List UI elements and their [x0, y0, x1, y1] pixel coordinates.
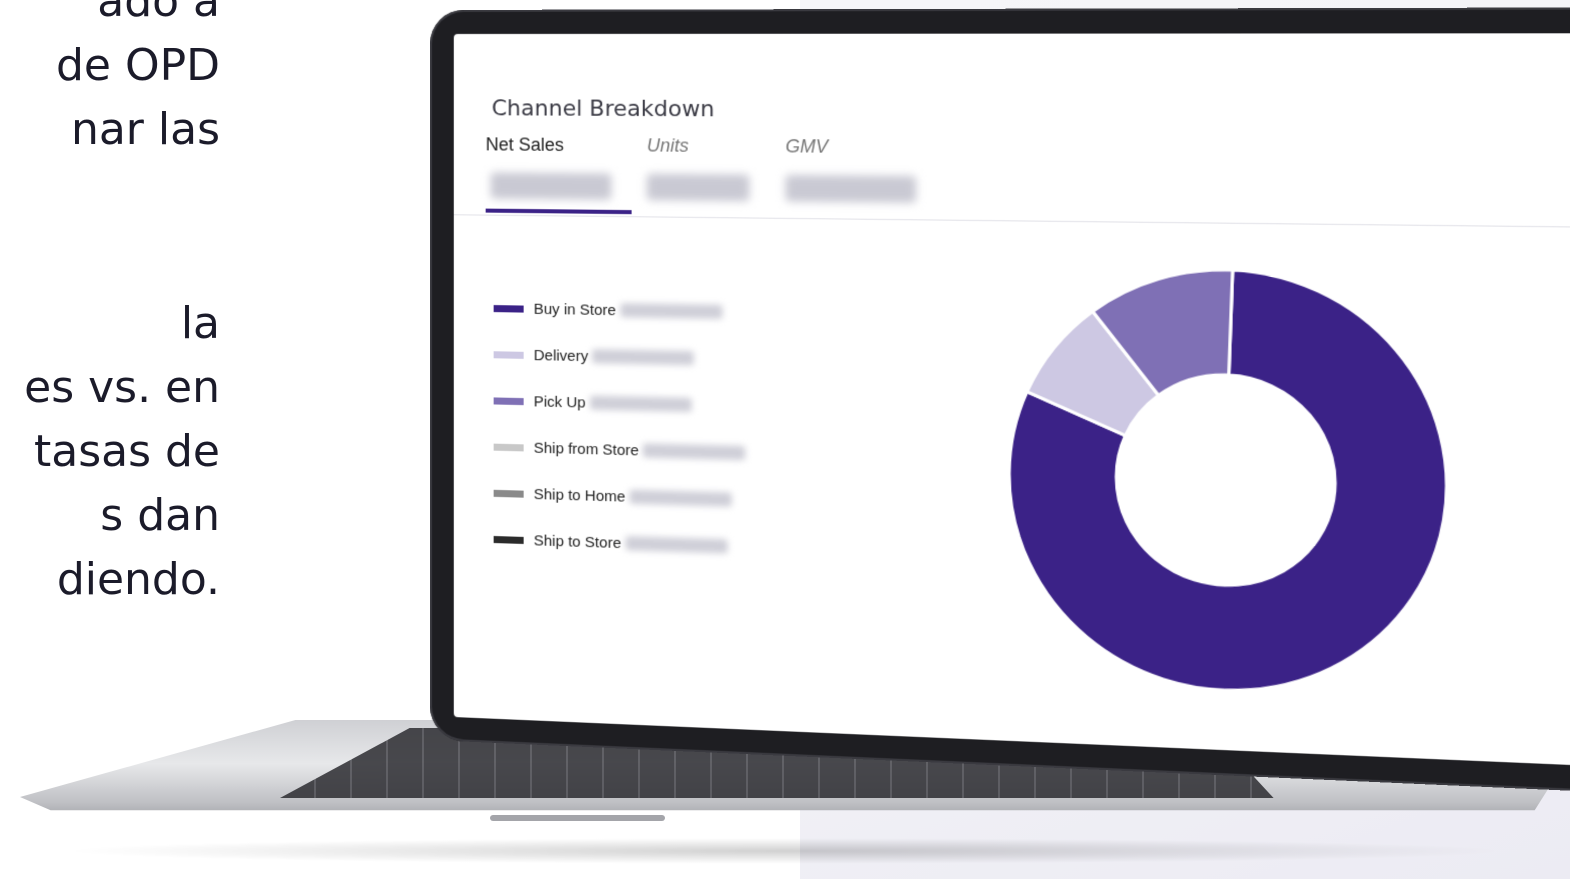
legend-label: Ship to Home: [533, 485, 626, 506]
tab-gmv[interactable]: GMV: [785, 136, 828, 158]
metric-tabs: Net Sales Units GMV: [485, 134, 1438, 225]
tab-units[interactable]: Units: [647, 135, 689, 157]
legend-item: Buy in Store: [493, 285, 841, 338]
legend-label: Ship to Store: [533, 531, 622, 552]
legend-label: Delivery: [533, 346, 589, 365]
legend-value-redacted: [620, 303, 723, 320]
legend-label: Pick Up: [533, 392, 586, 412]
active-tab-indicator: [485, 208, 632, 215]
gmv-value-redacted: [785, 174, 917, 203]
units-value-redacted: [646, 173, 750, 202]
legend-swatch: [493, 396, 524, 405]
legend-value-redacted: [592, 349, 695, 366]
legend-swatch: [493, 535, 524, 544]
net-sales-value-redacted: [490, 172, 612, 200]
chart-legend: Buy in Store Delivery Pick Up Ship from …: [493, 285, 841, 574]
laptop-screen: Channel Breakdown Net Sales Units GMV Bu…: [453, 33, 1570, 767]
donut-chart: [999, 256, 1458, 710]
legend-value-redacted: [625, 536, 728, 554]
legend-swatch: [493, 443, 524, 451]
tab-net-sales[interactable]: Net Sales: [486, 134, 564, 156]
legend-label: Ship from Store: [533, 439, 639, 459]
laptop-notch: [490, 815, 665, 821]
legend-swatch: [493, 489, 524, 498]
legend-value-redacted: [643, 443, 746, 461]
legend-item: Delivery: [493, 331, 841, 385]
legend-value-redacted: [589, 395, 692, 413]
legend-value-redacted: [629, 489, 732, 507]
dashboard-title: Channel Breakdown: [491, 96, 715, 123]
legend-label: Buy in Store: [533, 300, 617, 319]
laptop: Channel Breakdown Net Sales Units GMV Bu…: [0, 0, 1570, 879]
legend-swatch: [493, 304, 524, 313]
legend-swatch: [493, 350, 524, 359]
laptop-shadow: [60, 838, 1510, 864]
laptop-bezel: Channel Breakdown Net Sales Units GMV Bu…: [430, 7, 1570, 794]
legend-item: Ship to Store: [493, 516, 841, 574]
legend-item: Pick Up: [493, 377, 841, 432]
